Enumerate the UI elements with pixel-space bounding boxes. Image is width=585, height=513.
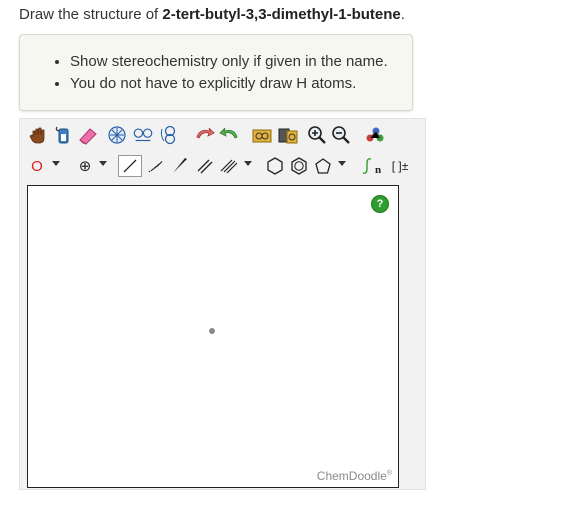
- hint-item: You do not have to explicitly draw H ato…: [70, 75, 388, 93]
- cyclohexane-button[interactable]: [264, 155, 286, 177]
- canvas-cursor-dot: [209, 328, 215, 334]
- double-bond-button[interactable]: [194, 155, 216, 177]
- element-dropdown-icon[interactable]: [52, 161, 60, 166]
- template-icon[interactable]: [159, 124, 181, 146]
- atom-colors-icon[interactable]: [364, 124, 386, 146]
- wedge-bond-button[interactable]: [169, 155, 191, 177]
- charge-button[interactable]: ⊕: [74, 155, 96, 177]
- brand-mark: ®: [386, 470, 392, 477]
- drawing-canvas[interactable]: ? ChemDoodle®: [27, 185, 399, 488]
- benzene-button[interactable]: [288, 155, 310, 177]
- hashed-bond-button[interactable]: [144, 155, 166, 177]
- single-bond-button[interactable]: [118, 155, 142, 177]
- sgroup-button[interactable]: n: [358, 155, 384, 177]
- question-prefix: Draw the structure of: [19, 6, 163, 23]
- redo-icon[interactable]: [218, 124, 240, 146]
- bond-dropdown-icon[interactable]: [244, 161, 252, 166]
- clean-icon[interactable]: [106, 124, 128, 146]
- eraser-icon[interactable]: [77, 124, 99, 146]
- undo-icon[interactable]: [194, 124, 216, 146]
- sgroup-label: n: [374, 164, 382, 176]
- zoom-out-icon[interactable]: [330, 124, 352, 146]
- hand-pan-icon[interactable]: [27, 124, 49, 146]
- hints-box: Show stereochemistry only if given in th…: [19, 34, 413, 111]
- toolbar-row-bottom: O ⊕ n []±: [20, 153, 425, 179]
- toolbar-row-top: [20, 122, 425, 148]
- chemdoodle-brand: ChemDoodle®: [317, 469, 392, 483]
- question-suffix: .: [400, 6, 405, 23]
- chemdoodle-sketcher: O ⊕ n []± ? ChemDoodle®: [19, 118, 426, 490]
- question-text: Draw the structure of 2-tert-butyl-3,3-d…: [19, 6, 405, 23]
- compound-name: 2-tert-butyl-3,3-dimethyl-1-butene: [162, 6, 401, 23]
- charge-label: ⊕: [78, 158, 92, 175]
- charge-dropdown-icon[interactable]: [99, 161, 107, 166]
- triple-bond-button[interactable]: [218, 155, 240, 177]
- lasso-icon[interactable]: [52, 124, 74, 146]
- rings-icon[interactable]: [132, 124, 154, 146]
- brand-label: ChemDoodle: [316, 469, 387, 483]
- ring-dropdown-icon[interactable]: [338, 161, 346, 166]
- hint-item: Show stereochemistry only if given in th…: [70, 53, 388, 71]
- bracket-button[interactable]: [ ]±: [386, 155, 414, 177]
- open-icon[interactable]: [251, 124, 273, 146]
- cyclopentane-button[interactable]: [312, 155, 334, 177]
- bracket-label: [ ]±: [391, 159, 409, 173]
- save-icon[interactable]: [277, 124, 299, 146]
- element-label: O: [31, 157, 43, 175]
- hints-list: Show stereochemistry only if given in th…: [20, 53, 388, 97]
- element-button[interactable]: O: [26, 155, 48, 177]
- help-button[interactable]: ?: [371, 195, 389, 213]
- zoom-in-icon[interactable]: [306, 124, 328, 146]
